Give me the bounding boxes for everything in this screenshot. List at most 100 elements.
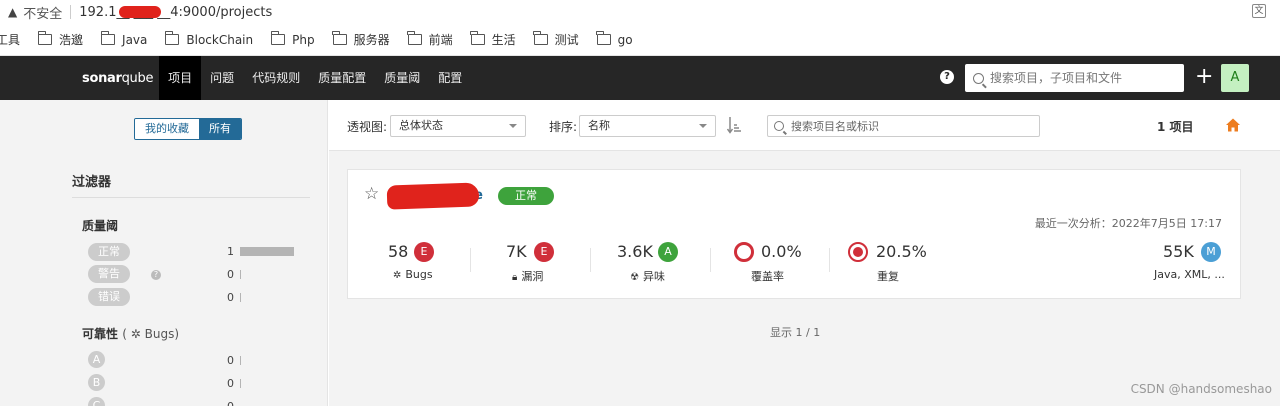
folder-icon: [596, 31, 611, 45]
facet-bar: [240, 356, 241, 365]
facet-count: 0: [227, 291, 234, 304]
folder-icon: [470, 31, 485, 45]
help-icon[interactable]: ?: [151, 270, 161, 280]
bookmarks-bar: 工具 浩邈 Java BlockChain Php 服务器 前端 生活 测试 g…: [0, 24, 1280, 56]
bookmark-folder[interactable]: BlockChain: [164, 31, 253, 47]
tab-my-favorites[interactable]: 我的收藏: [135, 119, 199, 139]
rating-badge: E: [414, 242, 434, 262]
pagination-info: 显示 1 / 1: [770, 326, 821, 339]
bug-icon: ✲: [393, 270, 402, 281]
divider: [470, 248, 471, 272]
metric-duplications[interactable]: 20.5% 重复: [848, 242, 938, 283]
divider: [829, 248, 830, 272]
projects-toolbar: 透视图: 总体状态 排序: 名称 1 项目: [329, 100, 1280, 151]
metric-coverage[interactable]: 0.0% 覆盖率: [734, 242, 814, 283]
facet-count: 1: [227, 245, 234, 258]
coverage-ring-icon: [734, 242, 754, 262]
sort-select[interactable]: 名称: [579, 115, 716, 137]
top-navigation: sonarqube 项目 问题 代码规则 质量配置 质量阈 配置 ? + A: [0, 56, 1280, 100]
translate-icon[interactable]: 文: [1252, 4, 1266, 18]
divider: [72, 197, 310, 198]
facet-warning[interactable]: 警告: [88, 265, 130, 283]
facet-bar: [240, 247, 294, 256]
global-search-input[interactable]: [990, 71, 1170, 85]
project-count: 1 项目: [1157, 120, 1194, 134]
insecure-label: 不安全: [23, 6, 63, 22]
home-icon[interactable]: [1226, 118, 1240, 132]
projects-main: 透视图: 总体状态 排序: 名称 1 项目 ☆ e 正常: [329, 100, 1280, 406]
metric-bugs[interactable]: 58 E ✲ Bugs: [388, 242, 478, 282]
lock-icon: 🔒︎: [512, 272, 518, 283]
create-plus-icon[interactable]: +: [1195, 66, 1213, 88]
folder-icon: [270, 31, 286, 45]
bookmark-folder[interactable]: Java: [100, 31, 147, 47]
facet-count: 0: [227, 268, 234, 281]
folder-icon: [332, 31, 347, 45]
nav-administration[interactable]: 配置: [429, 56, 471, 100]
metric-value: 0.0%: [761, 242, 802, 261]
divider: [710, 248, 711, 272]
facet-count: 0: [227, 400, 234, 406]
bookmark-folder[interactable]: 服务器: [332, 31, 390, 48]
help-icon[interactable]: ?: [940, 70, 954, 84]
nav-rules[interactable]: 代码规则: [243, 56, 309, 100]
rating-badge: E: [534, 242, 554, 262]
watermark: CSDN @handsomeshao: [1130, 382, 1272, 396]
facet-passed[interactable]: 正常: [88, 243, 130, 261]
project-search[interactable]: [767, 115, 1040, 137]
facet-bar: [240, 293, 241, 302]
project-card: ☆ e 正常 最近一次分析：2022年7月5日 17:17 58 E ✲Bugs…: [347, 169, 1241, 299]
facet-rating-b[interactable]: B: [88, 374, 105, 391]
browser-address-bar: ▲ 不安全 192.1__.___.__4:9000/projects 文: [0, 0, 1280, 24]
nav-issues[interactable]: 问题: [201, 56, 243, 100]
folder-icon: [37, 31, 53, 45]
reliability-title: 可靠性 ( ✲ Bugs): [82, 327, 180, 341]
star-icon[interactable]: ☆: [364, 184, 379, 204]
nav-quality-gates[interactable]: 质量阈: [375, 56, 429, 100]
bookmark-folder[interactable]: Php: [270, 31, 315, 47]
quality-gate-status-badge: 正常: [498, 187, 554, 205]
languages-label: Java, XML, ...: [1154, 268, 1225, 281]
warning-icon: ▲: [8, 5, 18, 19]
sort-label: 排序:: [549, 120, 578, 134]
bookmark-folder[interactable]: go: [596, 31, 633, 47]
separator: [70, 5, 72, 19]
folder-icon: [164, 31, 180, 45]
facet-rating-a[interactable]: A: [88, 351, 105, 368]
metric-vulnerabilities[interactable]: 7K E 🔒︎ 漏洞: [506, 242, 596, 283]
perspective-select[interactable]: 总体状态: [390, 115, 526, 137]
facet-count: 0: [227, 354, 234, 367]
bookmark-folder[interactable]: 生活: [470, 31, 516, 48]
chevron-down-icon: [509, 124, 517, 128]
nav-projects[interactable]: 项目: [159, 56, 202, 100]
filters-title: 过滤器: [72, 175, 112, 190]
metric-value: 20.5%: [876, 242, 927, 261]
bookmark-tools[interactable]: 工具: [0, 31, 20, 48]
metric-value: 55K: [1163, 242, 1194, 261]
bookmark-folder[interactable]: 浩邈: [37, 31, 83, 48]
redaction-mark: [386, 182, 480, 210]
sort-direction-icon[interactable]: [727, 116, 741, 134]
sonarqube-logo[interactable]: sonarqube: [82, 71, 153, 86]
bookmark-folder[interactable]: 前端: [407, 31, 453, 48]
facet-bar: [240, 379, 241, 388]
tab-all[interactable]: 所有: [199, 119, 241, 139]
nav-quality-profiles[interactable]: 质量配置: [309, 56, 375, 100]
search-icon: [774, 121, 784, 131]
project-search-input[interactable]: [791, 119, 1031, 133]
user-avatar[interactable]: A: [1221, 64, 1249, 92]
metric-size[interactable]: 55K M Java, XML, ...: [1153, 242, 1233, 282]
bookmark-folder[interactable]: 测试: [533, 31, 579, 48]
rating-badge: A: [658, 242, 678, 262]
facet-rating-c[interactable]: C: [88, 397, 105, 406]
radiation-icon: ☢: [630, 272, 639, 283]
facet-error[interactable]: 错误: [88, 288, 130, 306]
perspective-label: 透视图:: [347, 120, 388, 134]
metric-value: 58: [388, 242, 409, 261]
search-icon: [973, 72, 984, 84]
metric-value: 7K: [506, 242, 527, 261]
last-analysis-date: 最近一次分析：2022年7月5日 17:17: [1034, 217, 1222, 230]
metric-code-smells[interactable]: 3.6K A ☢ 异味: [617, 242, 717, 283]
global-search[interactable]: [965, 64, 1184, 92]
url-field[interactable]: 192.1__.___.__4:9000/projects: [79, 5, 272, 20]
